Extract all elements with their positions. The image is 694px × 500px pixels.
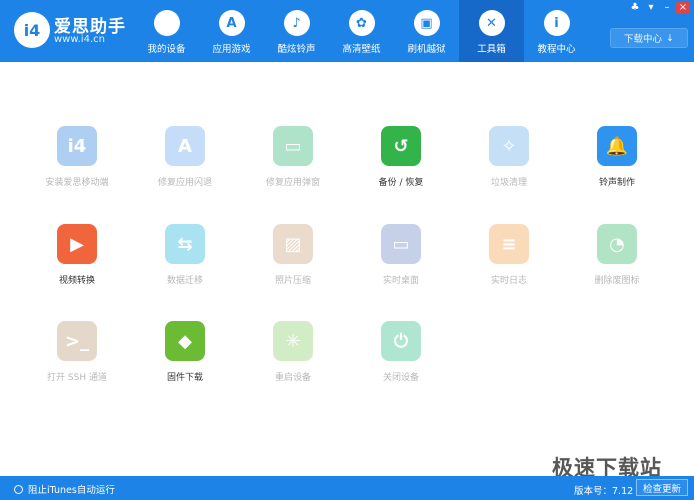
install-mobile-icon: i4 — [57, 126, 97, 166]
tool-item[interactable]: ▶ 视频转换 — [22, 224, 132, 286]
tool-label: 数据迁移 — [166, 276, 203, 286]
nav-label: 我的设备 — [147, 44, 186, 55]
app-store-icon: A — [218, 10, 245, 36]
tool-label: 重启设备 — [274, 373, 311, 383]
tool-label: 删除废图标 — [594, 276, 640, 286]
tool-label: 备份 / 恢复 — [378, 178, 424, 188]
main-nav: 我的设备 A 应用游戏 ♪ 酷炫铃声 ✿ 高清壁纸 ▣ 刷机越狱 ✕ 工具箱 i 教程中心 — [134, 0, 589, 62]
firmware-download-icon: ◆ — [165, 321, 205, 361]
bell-icon: ♪ — [283, 10, 310, 36]
nav-item-4[interactable]: ▣ 刷机越狱 — [394, 0, 459, 62]
tool-label: 安装爱思移动端 — [45, 178, 109, 188]
nav-label: 高清壁纸 — [342, 44, 381, 55]
tool-label: 修复应用闪退 — [157, 178, 212, 188]
power-off-icon: ⏻ — [381, 321, 421, 361]
version-label: 版本号：7.12 — [574, 486, 634, 497]
toggle-circle-icon — [14, 484, 23, 494]
tool-label: 垃圾清理 — [490, 178, 527, 188]
tool-label: 关闭设备 — [382, 373, 419, 383]
tool-item[interactable]: ▭ 实时桌面 — [346, 224, 456, 286]
photo-compress-icon: ▨ — [273, 224, 313, 264]
app-url: www.i4.cn — [54, 34, 105, 45]
delete-icon-icon: ◔ — [597, 224, 637, 264]
backup-restore-icon: ↺ — [381, 126, 421, 166]
tool-item[interactable]: ◔ 删除废图标 — [562, 224, 672, 286]
realtime-log-icon: ≡ — [489, 224, 529, 264]
download-center-button[interactable]: 下载中心 ↓ — [610, 28, 688, 48]
tool-item[interactable]: A 修复应用闪退 — [130, 126, 240, 188]
restart-icon: ✳ — [273, 321, 313, 361]
ssh-terminal-icon: >_ — [57, 321, 97, 361]
tool-item[interactable]: ▨ 照片压缩 — [238, 224, 348, 286]
clean-junk-icon: ✧ — [489, 126, 529, 166]
nav-item-6[interactable]: i 教程中心 — [524, 0, 589, 62]
tool-label: 实时桌面 — [382, 276, 419, 286]
menu-icon[interactable]: ▾ — [644, 2, 658, 14]
tool-item[interactable]: ⏻ 关闭设备 — [346, 321, 456, 383]
toolbox-icon: ✕ — [478, 10, 505, 36]
video-convert-icon: ▶ — [57, 224, 97, 264]
tool-item[interactable]: i4 安装爱思移动端 — [22, 126, 132, 188]
block-itunes-toggle[interactable]: 阻止iTunes自动运行 — [14, 482, 115, 496]
data-migrate-icon: ⇆ — [165, 224, 205, 264]
status-bar: 阻止iTunes自动运行 版本号：7.12 检查更新 — [0, 476, 694, 500]
flash-icon: ▣ — [413, 10, 440, 36]
nav-item-1[interactable]: A 应用游戏 — [199, 0, 264, 62]
realtime-desktop-icon: ▭ — [381, 224, 421, 264]
download-center-label: 下载中心 — [624, 34, 663, 45]
tool-item[interactable]: ▭ 修复应用弹窗 — [238, 126, 348, 188]
check-update-button[interactable]: 检查更新 — [636, 479, 688, 496]
ringtone-maker-icon: 🔔 — [597, 126, 637, 166]
tool-label: 实时日志 — [490, 276, 527, 286]
tool-item[interactable]: ↺ 备份 / 恢复 — [346, 126, 456, 188]
apple-icon — [153, 10, 180, 36]
nav-label: 工具箱 — [477, 44, 506, 55]
nav-item-3[interactable]: ✿ 高清壁纸 — [329, 0, 394, 62]
tutorial-icon: i — [543, 10, 570, 36]
toolbox-grid: i4 安装爱思移动端 A 修复应用闪退 ▭ 修复应用弹窗 ↺ 备份 / 恢复 ✧ 垃圾清理 🔔 铃声制… — [0, 62, 694, 476]
tool-item[interactable]: ✧ 垃圾清理 — [454, 126, 564, 188]
tool-item[interactable]: ✳ 重启设备 — [238, 321, 348, 383]
tool-item[interactable]: >_ 打开 SSH 通道 — [22, 321, 132, 383]
close-icon[interactable]: × — [676, 2, 690, 14]
tool-item[interactable]: ◆ 固件下载 — [130, 321, 240, 383]
tool-item[interactable]: ⇆ 数据迁移 — [130, 224, 240, 286]
window-controls: ♣ ▾ – × — [628, 2, 690, 14]
tool-item[interactable]: 🔔 铃声制作 — [562, 126, 672, 188]
block-itunes-label: 阻止iTunes自动运行 — [28, 485, 115, 496]
wallpaper-icon: ✿ — [348, 10, 375, 36]
fix-popup-icon: ▭ — [273, 126, 313, 166]
minimize-icon[interactable]: – — [660, 2, 674, 14]
nav-item-0[interactable]: 我的设备 — [134, 0, 199, 62]
tool-label: 铃声制作 — [598, 178, 635, 188]
skin-icon[interactable]: ♣ — [628, 2, 642, 14]
nav-label: 刷机越狱 — [407, 44, 446, 55]
tool-label: 视频转换 — [58, 276, 95, 286]
tool-label: 打开 SSH 通道 — [47, 373, 107, 383]
app-logo: i4 — [14, 12, 50, 48]
fix-crash-icon: A — [165, 126, 205, 166]
tool-item[interactable]: ≡ 实时日志 — [454, 224, 564, 286]
nav-label: 应用游戏 — [212, 44, 251, 55]
tool-label: 固件下载 — [166, 373, 203, 383]
nav-label: 教程中心 — [537, 44, 576, 55]
tool-label: 修复应用弹窗 — [265, 178, 320, 188]
title-bar: i4 爱思助手 www.i4.cn 我的设备 A 应用游戏 ♪ 酷炫铃声 ✿ 高清壁纸 ▣ 刷机… — [0, 0, 694, 62]
download-icon: ↓ — [666, 32, 674, 44]
nav-item-2[interactable]: ♪ 酷炫铃声 — [264, 0, 329, 62]
tool-label: 照片压缩 — [274, 276, 311, 286]
nav-item-5[interactable]: ✕ 工具箱 — [459, 0, 524, 62]
nav-label: 酷炫铃声 — [277, 44, 316, 55]
